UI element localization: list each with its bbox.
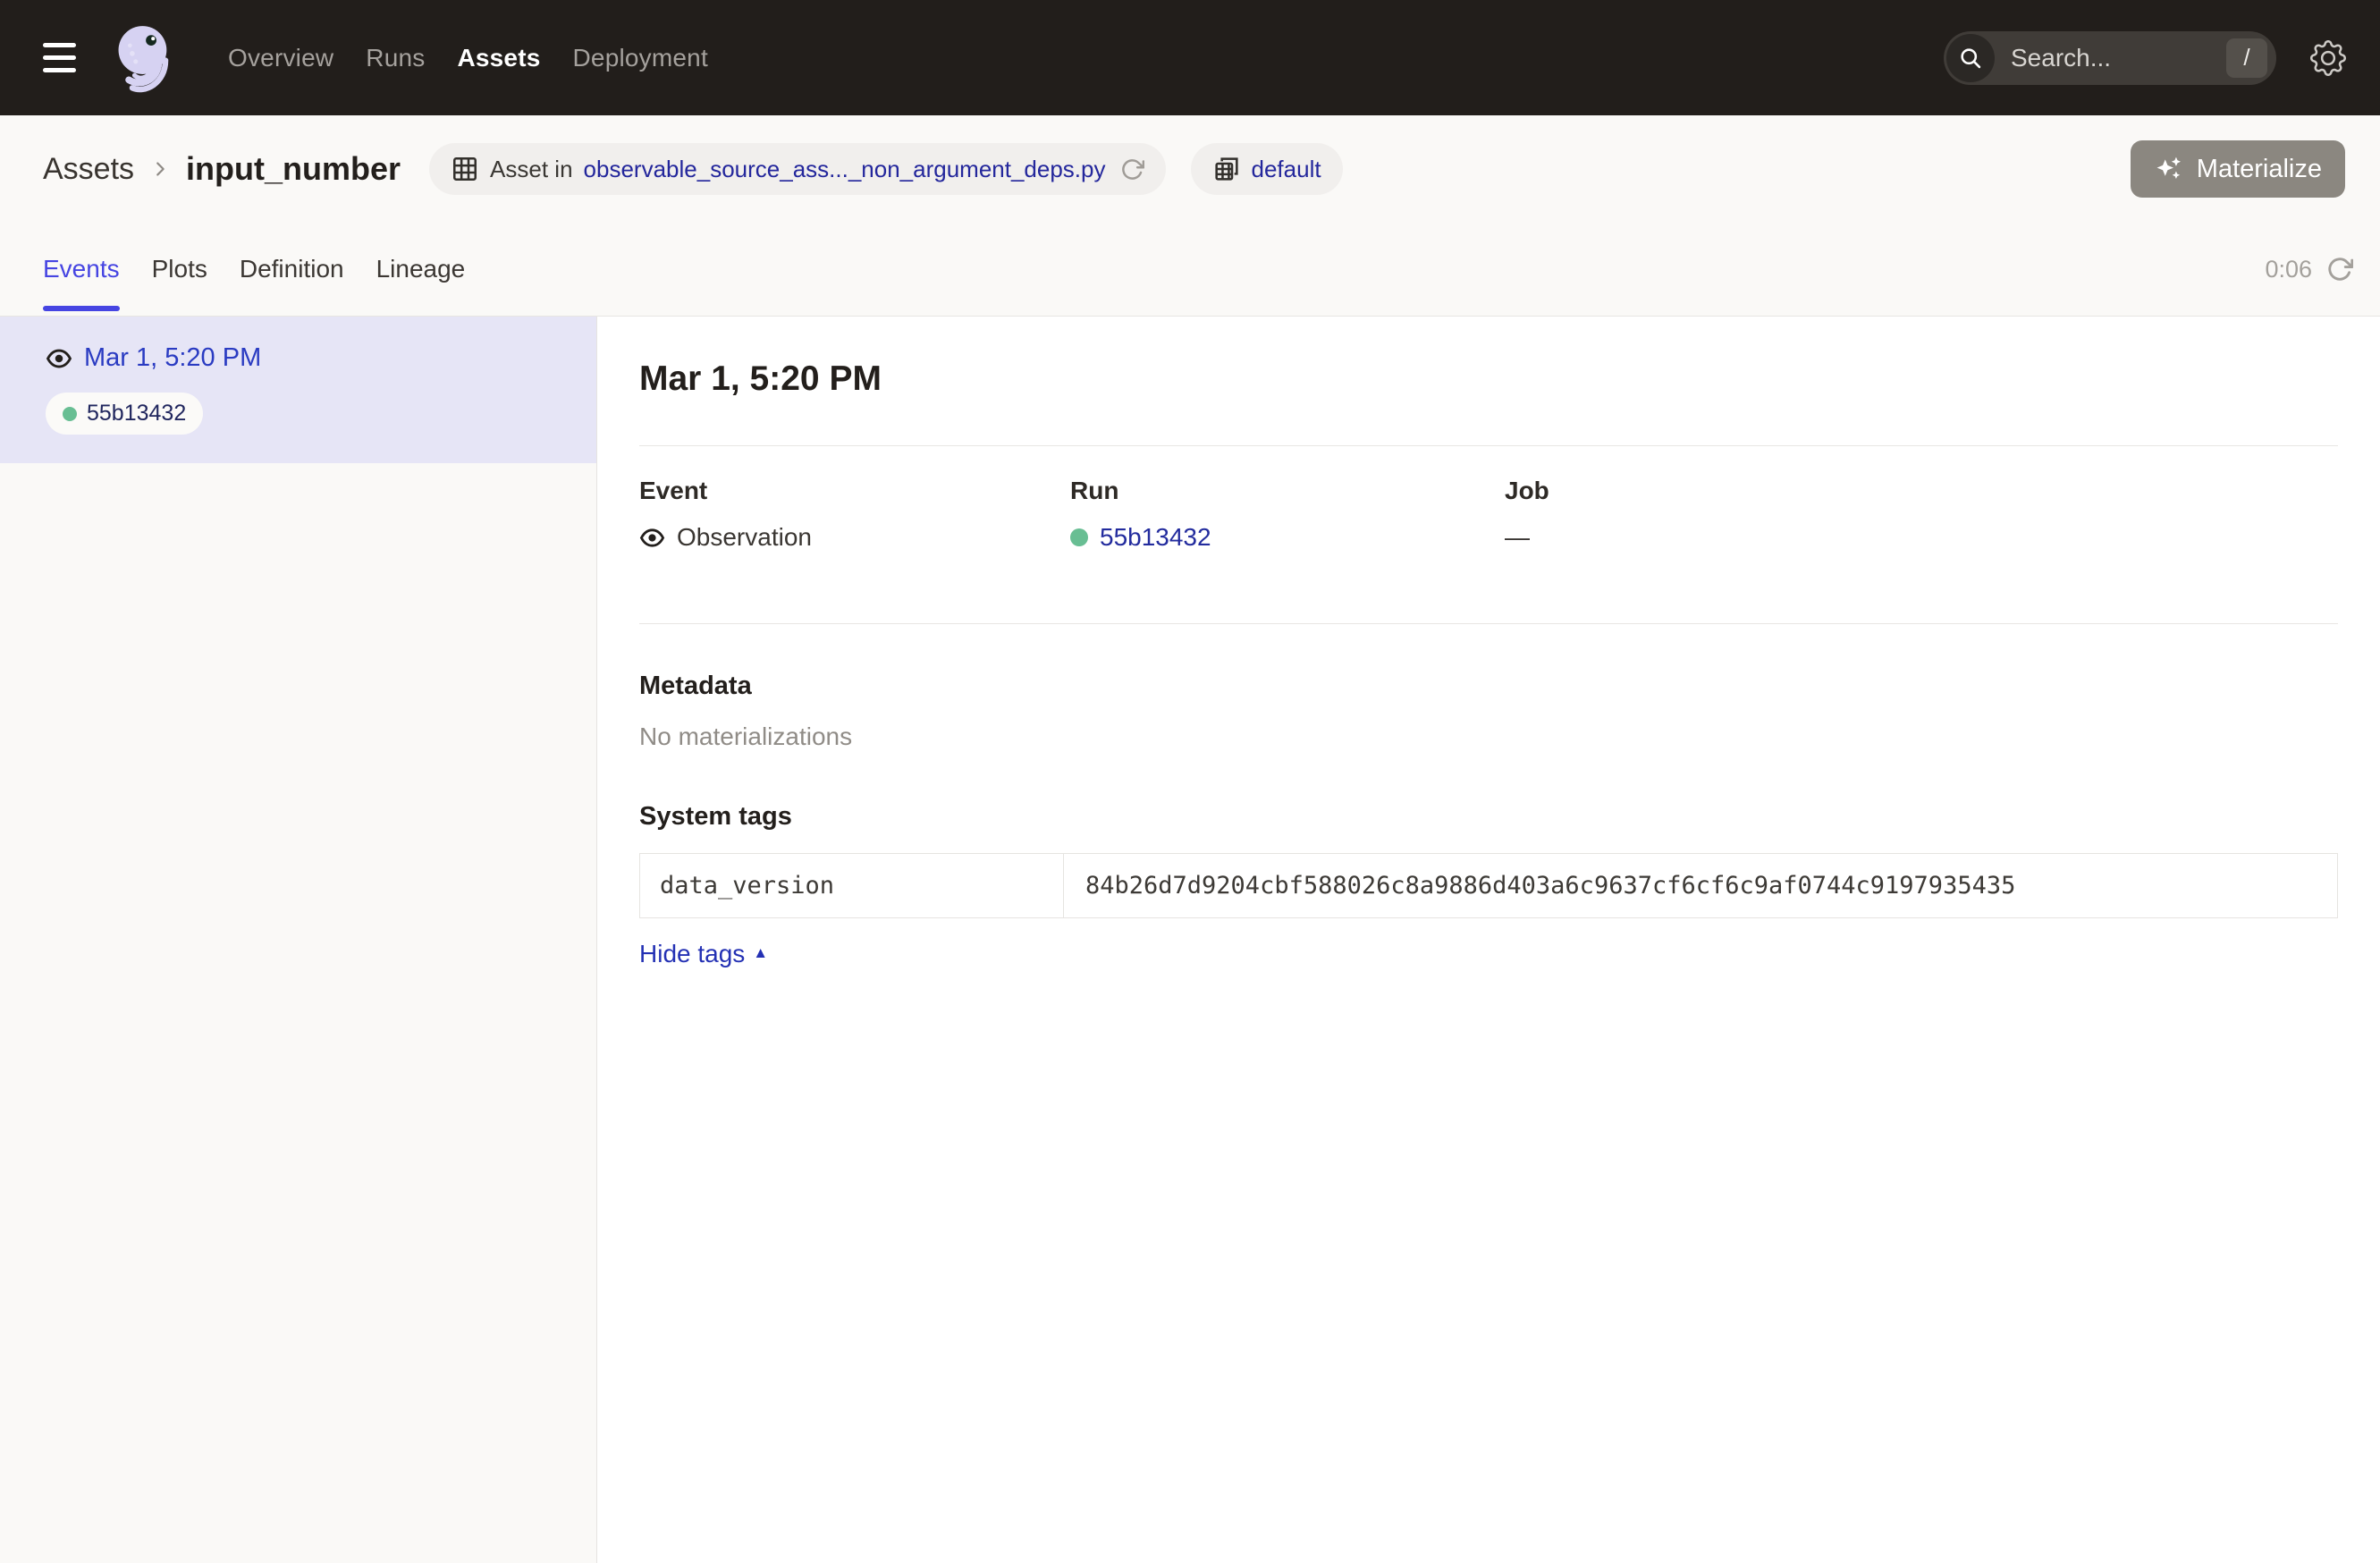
event-item-header: Mar 1, 5:20 PM <box>46 343 575 373</box>
code-location-pill: default <box>1191 143 1343 195</box>
hide-tags-link[interactable]: Hide tags ▲ <box>639 940 768 968</box>
run-status-dot <box>1070 528 1088 546</box>
breadcrumb-assets-link[interactable]: Assets <box>43 152 134 187</box>
nav-overview[interactable]: Overview <box>228 44 333 72</box>
metadata-empty-state: No materializations <box>639 722 2338 751</box>
tab-definition[interactable]: Definition <box>240 223 344 316</box>
search-icon <box>1946 34 1995 82</box>
dagster-octopus-icon <box>108 21 181 95</box>
caret-up-icon: ▲ <box>753 944 768 962</box>
asset-definition-pill: Asset in observable_source_ass..._non_ar… <box>429 143 1165 195</box>
primary-nav: Overview Runs Assets Deployment <box>228 44 708 72</box>
run-chip-label: 55b13432 <box>87 401 186 427</box>
asset-in-prefix: Asset in <box>490 156 573 183</box>
page-header: Assets input_number Asset in observable_… <box>0 115 2380 317</box>
events-sidebar: Mar 1, 5:20 PM 55b13432 <box>0 317 597 1563</box>
run-column-label: Run <box>1070 477 1505 505</box>
event-detail-panel: Mar 1, 5:20 PM Event Observation Run <box>597 317 2380 1563</box>
run-status-dot <box>63 407 77 421</box>
event-type-value: Observation <box>639 523 1070 552</box>
table-grid-icon <box>451 155 479 183</box>
job-column-label: Job <box>1505 477 2338 505</box>
breadcrumb-chevron-icon <box>150 159 170 179</box>
breadcrumb: Assets input_number Asset in observable_… <box>0 115 2380 223</box>
refresh-countdown: 0:06 <box>2265 256 2312 283</box>
tab-plots[interactable]: Plots <box>152 223 207 316</box>
nav-runs[interactable]: Runs <box>366 44 425 72</box>
event-type-label: Observation <box>677 523 812 552</box>
sparkles-icon <box>2154 154 2184 184</box>
divider <box>639 445 2338 446</box>
search-input[interactable]: Search... / <box>1944 31 2276 85</box>
job-column: Job — <box>1505 477 2338 552</box>
refresh-icon[interactable] <box>2326 256 2353 283</box>
search-placeholder: Search... <box>2011 44 2111 72</box>
system-tags-table: data_version 84b26d7d9204cbf588026c8a988… <box>639 853 2338 918</box>
settings-gear-icon[interactable] <box>2310 40 2346 76</box>
event-column: Event Observation <box>639 477 1070 552</box>
table-row: data_version 84b26d7d9204cbf588026c8a988… <box>640 854 2338 918</box>
materialize-button[interactable]: Materialize <box>2131 140 2345 198</box>
tabs-bar: Events Plots Definition Lineage 0:06 <box>0 223 2380 316</box>
eye-observation-icon <box>46 345 72 372</box>
job-value: — <box>1505 523 2338 552</box>
run-chip[interactable]: 55b13432 <box>46 393 203 435</box>
tab-events[interactable]: Events <box>43 223 120 316</box>
menu-hamburger-icon[interactable] <box>41 38 78 78</box>
materialize-label: Materialize <box>2197 155 2322 184</box>
topbar-right: Search... / <box>1944 31 2346 85</box>
repo-grid-icon <box>1212 155 1241 183</box>
top-navigation-bar: Overview Runs Assets Deployment Search..… <box>0 0 2380 115</box>
event-list-item[interactable]: Mar 1, 5:20 PM 55b13432 <box>0 317 596 463</box>
tag-key-cell: data_version <box>640 854 1064 918</box>
content-area: Mar 1, 5:20 PM 55b13432 Mar 1, 5:20 PM E… <box>0 317 2380 1563</box>
run-value: 55b13432 <box>1070 523 1505 552</box>
page-title: input_number <box>186 150 401 188</box>
divider <box>639 623 2338 624</box>
dagster-logo[interactable] <box>108 21 181 95</box>
event-detail-title: Mar 1, 5:20 PM <box>639 359 2338 399</box>
nav-assets[interactable]: Assets <box>457 44 540 72</box>
run-column: Run 55b13432 <box>1070 477 1505 552</box>
reload-definition-icon[interactable] <box>1120 157 1144 182</box>
event-timestamp: Mar 1, 5:20 PM <box>84 343 261 373</box>
dagster-app: Overview Runs Assets Deployment Search..… <box>0 0 2380 1563</box>
metadata-heading: Metadata <box>639 672 2338 701</box>
code-location-link[interactable]: default <box>1252 156 1321 183</box>
eye-observation-icon <box>639 525 665 551</box>
system-tags-heading: System tags <box>639 802 2338 832</box>
asset-file-link[interactable]: observable_source_ass..._non_argument_de… <box>584 156 1106 183</box>
nav-deployment[interactable]: Deployment <box>573 44 708 72</box>
tab-lineage[interactable]: Lineage <box>376 223 466 316</box>
refresh-area: 0:06 <box>2265 223 2353 316</box>
tag-value-cell: 84b26d7d9204cbf588026c8a9886d403a6c9637c… <box>1064 854 2338 918</box>
event-column-label: Event <box>639 477 1070 505</box>
run-id-link[interactable]: 55b13432 <box>1100 523 1211 552</box>
event-summary-grid: Event Observation Run 55b13432 <box>639 477 2338 552</box>
slash-shortcut-key: / <box>2226 38 2267 78</box>
hide-tags-label: Hide tags <box>639 940 745 968</box>
